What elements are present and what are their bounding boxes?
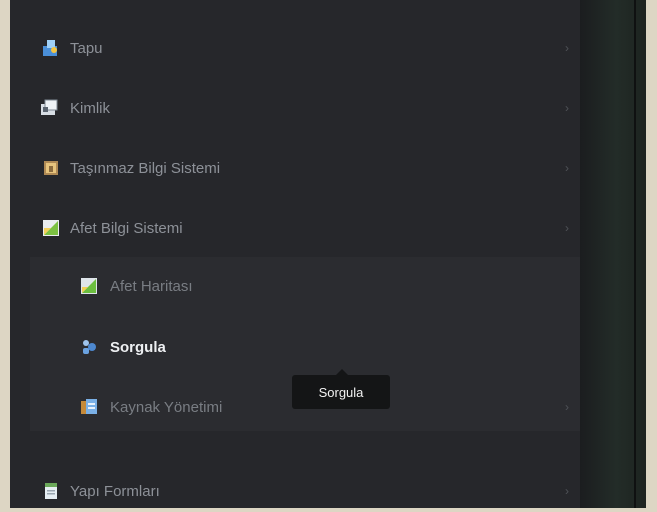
content-area (580, 0, 646, 508)
tooltip-text: Sorgula (318, 384, 364, 400)
submenu-item-label: Afet Haritası (110, 277, 193, 295)
menu-item-tasinmaz-bilgi-sistemi[interactable]: Taşınmaz Bilgi Sistemi › (10, 144, 580, 192)
menu-item-label: Tapu (70, 39, 103, 57)
chevron-right-icon: › (565, 400, 569, 414)
chevron-right-icon: › (565, 101, 569, 115)
tooltip: Sorgula (292, 369, 390, 409)
chevron-right-icon: › (565, 161, 569, 175)
map-icon (80, 277, 98, 295)
kimlik-icon (40, 99, 58, 117)
menu-item-kimlik[interactable]: Kimlik › (10, 84, 580, 132)
tapu-icon (42, 39, 60, 57)
submenu-item-label: Kaynak Yönetimi (110, 398, 223, 416)
menu-item-label: Afet Bilgi Sistemi (70, 219, 183, 237)
chevron-right-icon: › (565, 484, 569, 498)
app-frame: Tapu › Kimlik › Taşınmaz Bilgi Sistemi ›… (10, 0, 646, 508)
submenu-item-sorgula[interactable]: Sorgula (10, 323, 580, 371)
chevron-right-icon: › (565, 221, 569, 235)
kaynak-icon (80, 398, 98, 416)
document-icon (42, 482, 60, 500)
sidebar-menu: Tapu › Kimlik › Taşınmaz Bilgi Sistemi ›… (10, 0, 580, 508)
menu-item-label: Yapı Formları (70, 482, 160, 500)
chevron-right-icon: › (565, 41, 569, 55)
tasinmaz-icon (42, 159, 60, 177)
search-users-icon (80, 338, 98, 356)
menu-item-label: Kimlik (70, 99, 110, 117)
afet-icon (42, 219, 60, 237)
menu-item-tapu[interactable]: Tapu › (10, 24, 580, 72)
menu-item-afet-bilgi-sistemi[interactable]: Afet Bilgi Sistemi › (10, 204, 580, 252)
submenu-item-label: Sorgula (110, 338, 166, 356)
divider (634, 0, 636, 508)
submenu-item-afet-haritasi[interactable]: Afet Haritası (10, 262, 580, 310)
menu-item-label: Taşınmaz Bilgi Sistemi (70, 159, 221, 177)
menu-item-yapi-formlari[interactable]: Yapı Formları › (10, 467, 580, 508)
